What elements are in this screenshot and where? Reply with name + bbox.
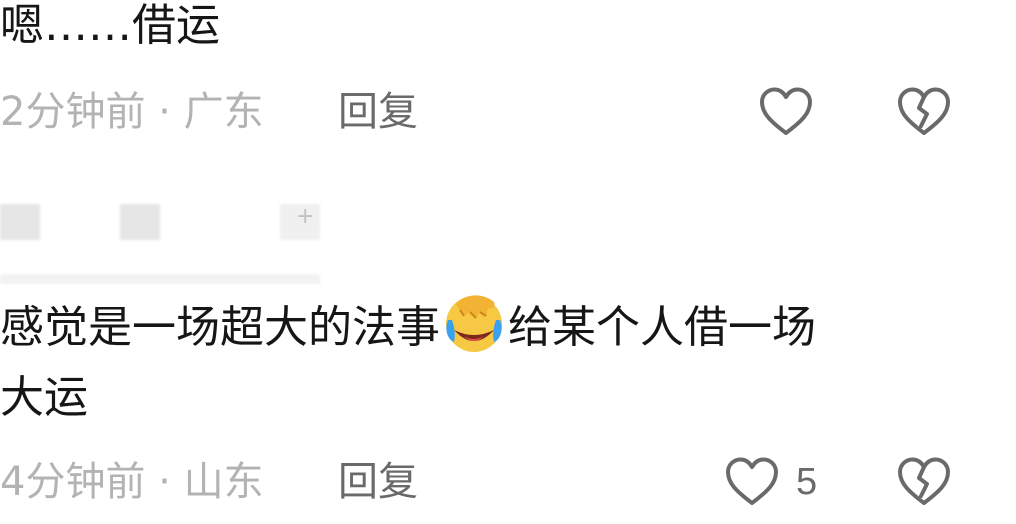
comment-2-text-line2: 大运 xyxy=(0,372,88,423)
comment-1-time-location: 2分钟前 · 广东 xyxy=(0,89,264,135)
redacted-username xyxy=(120,204,160,240)
comment-2-time-location: 4分钟前 · 山东 xyxy=(0,459,264,505)
comment-2-like-count: 5 xyxy=(796,461,818,503)
comment-2-text-part1: 感觉是一场超大的法事 xyxy=(0,302,440,353)
comment-2-text-part2: 给某个人借一场 xyxy=(508,302,816,353)
comment-1-meta-row: 2分钟前 · 广东 回复 xyxy=(0,84,1016,140)
redacted-avatar xyxy=(0,204,40,240)
comment-2-dislike-button[interactable] xyxy=(896,454,952,510)
broken-heart-icon xyxy=(896,456,952,508)
redacted-strip xyxy=(0,274,320,284)
comment-1-reply-button[interactable]: 回复 xyxy=(338,84,418,140)
comment-2-reply-button[interactable]: 回复 xyxy=(338,454,418,510)
comment-2-meta-row: 4分钟前 · 山东 回复 5 xyxy=(0,454,1016,510)
comment-2-text-line1: 感觉是一场超大的法事 给某个人借一场 xyxy=(0,290,816,358)
comment-1-like-button[interactable] xyxy=(758,84,814,140)
facepalm-laughing-crying-emoji xyxy=(442,290,506,354)
plus-icon: + xyxy=(296,204,315,229)
heart-outline-icon xyxy=(758,86,814,138)
comment-2-user-info-redacted: + xyxy=(0,196,330,284)
comment-1-dislike-button[interactable] xyxy=(896,84,952,140)
comment-1-text: 嗯……借运 xyxy=(0,0,220,51)
broken-heart-icon xyxy=(896,86,952,138)
heart-outline-icon xyxy=(724,456,780,508)
comment-2-like-button[interactable]: 5 xyxy=(724,454,817,510)
